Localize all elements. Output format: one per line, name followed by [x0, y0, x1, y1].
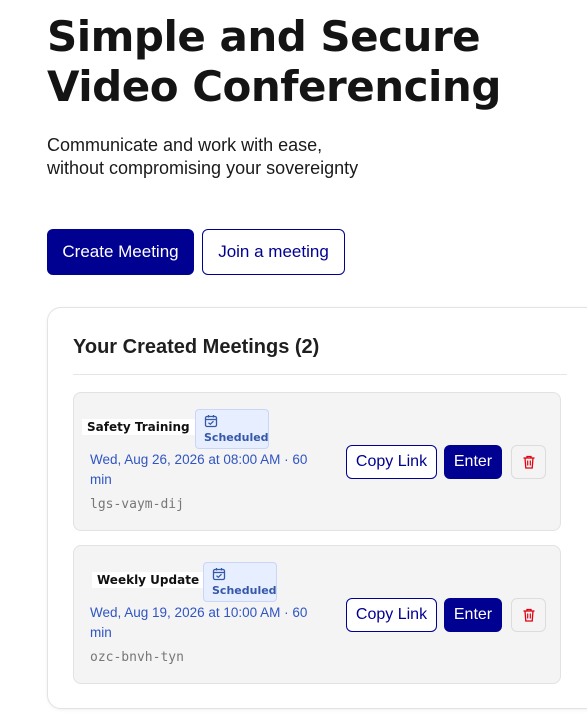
calendar-check-icon — [212, 568, 226, 581]
status-badge: Scheduled — [195, 409, 269, 449]
meeting-time: Wed, Aug 26, 2026 at 08:00 AM · 60 min — [90, 452, 308, 487]
join-meeting-button[interactable]: Join a meeting — [202, 229, 345, 275]
created-meetings-panel: Your Created Meetings (2) Safety Trainin… — [47, 307, 587, 709]
meeting-card: Weekly Update Scheduled Wed, Aug 19, 202… — [73, 545, 561, 684]
enter-meeting-button[interactable]: Enter — [444, 598, 502, 632]
meeting-name: Safety Training 1 — [82, 419, 208, 435]
status-badge-label: Scheduled — [204, 431, 269, 444]
page-title-line-1: Simple and Secure — [47, 12, 481, 61]
subtitle-line-2: without compromising your sovereignty — [47, 158, 359, 178]
delete-meeting-button[interactable] — [511, 598, 546, 632]
page-title: Simple and Secure Video Conferencing — [47, 12, 501, 112]
calendar-check-icon — [204, 415, 218, 428]
copy-link-button[interactable]: Copy Link — [346, 598, 437, 632]
meeting-code: ozc-bnvh-tyn — [90, 650, 184, 665]
meeting-name: Weekly Update — [92, 572, 205, 588]
divider — [73, 374, 567, 375]
create-meeting-button[interactable]: Create Meeting — [47, 229, 194, 275]
meeting-code: lgs-vaym-dij — [90, 497, 184, 512]
page-subtitle: Communicate and work with ease, without … — [47, 134, 358, 180]
status-badge: Scheduled — [203, 562, 277, 602]
copy-link-button[interactable]: Copy Link — [346, 445, 437, 479]
trash-icon — [523, 455, 534, 469]
subtitle-line-1: Communicate and work with ease, — [47, 135, 323, 155]
page-title-line-2: Video Conferencing — [47, 62, 501, 111]
meeting-card: Safety Training 1 Scheduled Wed, Aug 26,… — [73, 392, 561, 531]
status-badge-label: Scheduled — [212, 584, 277, 597]
enter-meeting-button[interactable]: Enter — [444, 445, 502, 479]
trash-icon — [523, 608, 534, 622]
delete-meeting-button[interactable] — [511, 445, 546, 479]
created-meetings-title: Your Created Meetings (2) — [73, 336, 320, 358]
meeting-time: Wed, Aug 19, 2026 at 10:00 AM · 60 min — [90, 605, 308, 640]
